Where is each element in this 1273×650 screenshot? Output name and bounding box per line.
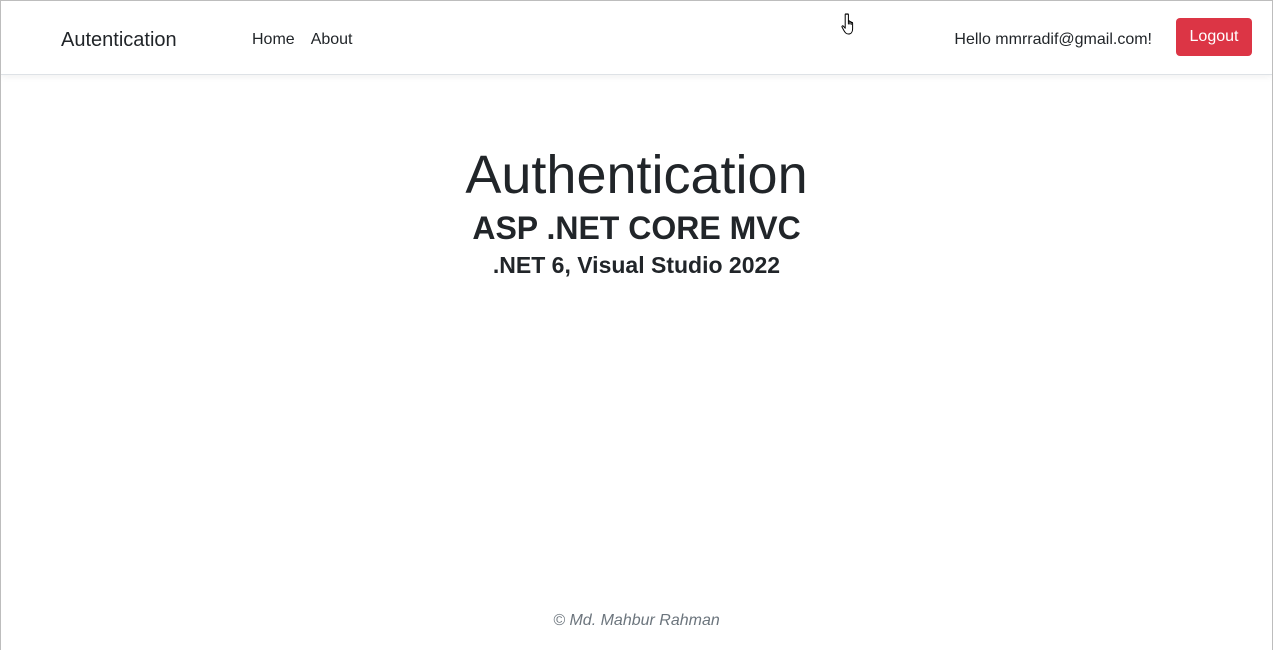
top-navbar: Autentication Home About Hello mmrradif@…	[1, 1, 1272, 75]
user-greeting-link[interactable]: Hello mmrradif@gmail.com!	[954, 30, 1152, 50]
main-content: Authentication ASP .NET CORE MVC .NET 6,…	[1, 75, 1272, 279]
page-title: Authentication	[465, 145, 808, 205]
navbar-brand[interactable]: Autentication	[61, 28, 177, 52]
hand-pointer-icon	[841, 13, 854, 35]
nav-links: Home About	[252, 30, 353, 50]
nav-link-about[interactable]: About	[311, 30, 353, 50]
page-subtitle-secondary: .NET 6, Visual Studio 2022	[492, 252, 781, 278]
nav-link-home[interactable]: Home	[252, 30, 295, 50]
page-subtitle: ASP .NET CORE MVC	[472, 210, 801, 246]
browser-viewport: Autentication Home About Hello mmrradif@…	[0, 0, 1273, 650]
footer-copyright: © Md. Mahbur Rahman	[553, 612, 720, 629]
logout-button[interactable]: Logout	[1176, 18, 1252, 56]
